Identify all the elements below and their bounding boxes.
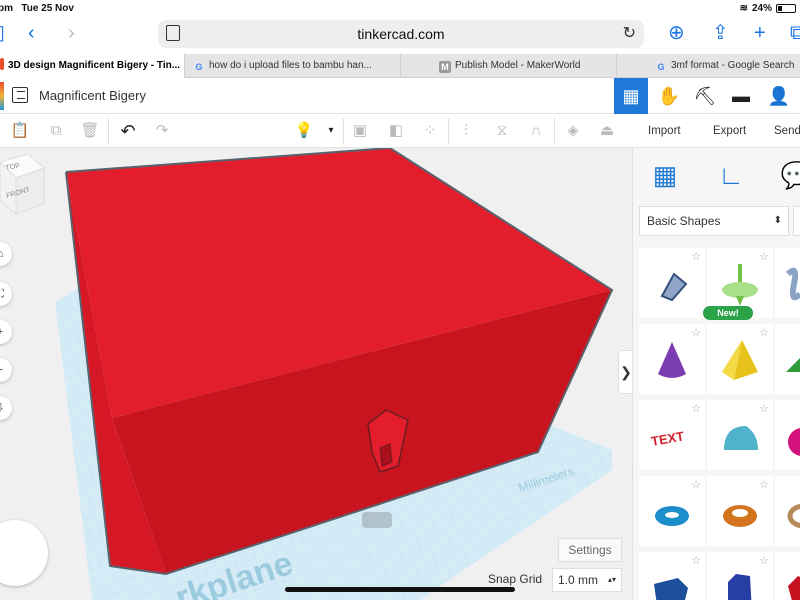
shape-gem[interactable]: ☆	[775, 552, 800, 600]
battery-icon	[776, 4, 796, 13]
home-indicator	[285, 587, 515, 592]
shape-tube[interactable]: ☆	[707, 476, 773, 546]
shape-cylinder[interactable]: ☆	[707, 552, 773, 600]
shapes-panel: ▦ ∟ 💬 Basic Shapes⬍ ☆ ☆ New! ☆ ☆ ☆ ☆ TEX…	[632, 148, 800, 600]
shape-pyramid[interactable]: ☆	[707, 324, 773, 394]
cruise-icon[interactable]: ∩	[526, 121, 546, 141]
address-bar[interactable]: tinkercad.com ↻	[158, 20, 644, 48]
scene[interactable]: Millimeters rkplane	[0, 148, 632, 600]
reload-icon[interactable]: ↻	[623, 23, 636, 43]
copy-icon[interactable]: ⧉	[46, 121, 66, 141]
redo-icon[interactable]: ↷	[152, 121, 172, 141]
shadow	[362, 512, 392, 528]
ruler-tool-icon[interactable]: ⏏	[597, 121, 617, 141]
bricks-button[interactable]: ▬	[724, 78, 758, 114]
browser-toolbar: ▯ ‹ › tinkercad.com ↻ ⊕ ⇪ + ⧉	[0, 18, 800, 50]
stepper-icon: ▴▾	[607, 575, 616, 584]
shape-half-cylinder[interactable]: ☆	[707, 400, 773, 470]
google-favicon: G	[195, 62, 203, 72]
forward-icon[interactable]: ›	[68, 22, 75, 44]
grid-view-button[interactable]: ▦	[614, 78, 648, 114]
google-favicon: G	[657, 62, 665, 72]
shape-torus[interactable]: ☆	[639, 476, 705, 546]
shape-category-select[interactable]: Basic Shapes ⬍	[639, 206, 789, 236]
snap-grid-label: Snap Grid	[488, 572, 543, 586]
shape-polygon[interactable]: ☆	[639, 552, 705, 600]
settings-button[interactable]: Settings	[558, 538, 622, 562]
snap-grid-select[interactable]: 1.0 mm ▴▾	[552, 568, 622, 592]
lightbulb-icon[interactable]: 💡	[294, 121, 314, 141]
ruler-icon[interactable]: ∟	[713, 158, 749, 192]
tinker-hand-button[interactable]: ✋	[652, 78, 686, 114]
delete-icon[interactable]: 🗑	[80, 121, 100, 141]
export-actions: Import Export Send	[632, 114, 800, 148]
group-icon[interactable]: ▣	[350, 121, 370, 141]
tab-tinkercad[interactable]: 3D design Magnificent Bigery - Tin...	[0, 54, 184, 78]
ungroup-icon[interactable]: ◧	[386, 121, 406, 141]
shape-text[interactable]: ☆ TEXT	[639, 400, 705, 470]
status-bar: pm Tue 25 Nov ≋ 24%	[0, 0, 800, 18]
url-text[interactable]: tinkercad.com	[158, 26, 644, 42]
svg-text:TEXT: TEXT	[650, 428, 685, 449]
share-icon[interactable]: ⇪	[712, 22, 729, 44]
tinkercad-favicon	[0, 58, 4, 70]
paste-icon[interactable]: 📋	[10, 121, 30, 141]
shape-cone[interactable]: ☆	[639, 324, 705, 394]
tinkercad-logo[interactable]	[0, 82, 4, 110]
view-cube[interactable]: TOP FRONT	[0, 148, 46, 218]
makerworld-favicon: M	[439, 61, 451, 73]
shape-spring[interactable]	[775, 248, 800, 318]
battery-percent: 24%	[751, 3, 772, 14]
align-icon[interactable]: ⫶	[456, 121, 476, 141]
pickaxe-button[interactable]: ⛏	[688, 78, 722, 114]
collapse-panel-button[interactable]: ❯	[618, 350, 632, 394]
shape-generator-icon[interactable]: ⁘	[420, 121, 440, 141]
battery-indicator: ≋ 24%	[740, 3, 796, 14]
shape-scribble[interactable]: ☆	[639, 248, 705, 318]
undo-icon[interactable]: ↶	[118, 121, 138, 141]
new-tab-icon[interactable]: +	[754, 22, 766, 44]
tab-makerworld[interactable]: M Publish Model - MakerWorld	[400, 54, 616, 78]
shape-sphere[interactable]: ☆	[775, 400, 800, 470]
download-icon[interactable]: ⊕	[668, 22, 685, 44]
notes-icon[interactable]: 💬	[779, 158, 800, 192]
new-badge: New!	[703, 306, 753, 320]
workplane-tool-icon[interactable]: ◈	[563, 121, 583, 141]
mirror-icon[interactable]: ⧖	[492, 121, 512, 141]
back-icon[interactable]: ‹	[28, 22, 35, 44]
export-button[interactable]: Export	[713, 114, 746, 148]
sidebar-icon[interactable]: ▯	[0, 22, 5, 44]
status-time: pm Tue 25 Nov	[0, 3, 74, 14]
add-user-button[interactable]: 👤	[762, 78, 796, 114]
design-title[interactable]: Magnificent Bigery	[39, 88, 146, 103]
send-to-button[interactable]: Send	[774, 114, 800, 148]
chevron-down-icon[interactable]: ▾	[321, 121, 341, 141]
shape-roof[interactable]: ☆	[775, 324, 800, 394]
wifi-icon: ≋	[739, 3, 748, 14]
grid-view-icon[interactable]: ▦	[647, 158, 683, 192]
tab-google-search-2[interactable]: G 3mf format - Google Search	[616, 54, 800, 78]
edit-toolbar: 📋 ⧉ 🗑 ↶ ↷ 💡 ▾ ▣ ◧ ⁘ ⫶ ⧖ ∩ ◈ ⏏	[0, 114, 632, 148]
tab-google-search-1[interactable]: Ghow do i upload files to bambu han...	[184, 54, 400, 78]
secondary-select[interactable]	[793, 206, 800, 236]
tabs-icon[interactable]: ⧉	[790, 22, 800, 44]
shape-ring[interactable]: ☆	[775, 476, 800, 546]
3d-workplane-viewport[interactable]: Millimeters rkplane TOP FRONT ⌂ ⛶ + − ⇩ …	[0, 148, 632, 600]
browser-tabs: 3D design Magnificent Bigery - Tin... Gh…	[0, 54, 800, 78]
tinkercad-header: Magnificent Bigery ▦ ✋ ⛏ ▬ 👤	[0, 78, 800, 114]
chevron-updown-icon: ⬍	[773, 215, 782, 226]
import-button[interactable]: Import	[648, 114, 681, 148]
design-list-icon[interactable]	[12, 87, 28, 103]
